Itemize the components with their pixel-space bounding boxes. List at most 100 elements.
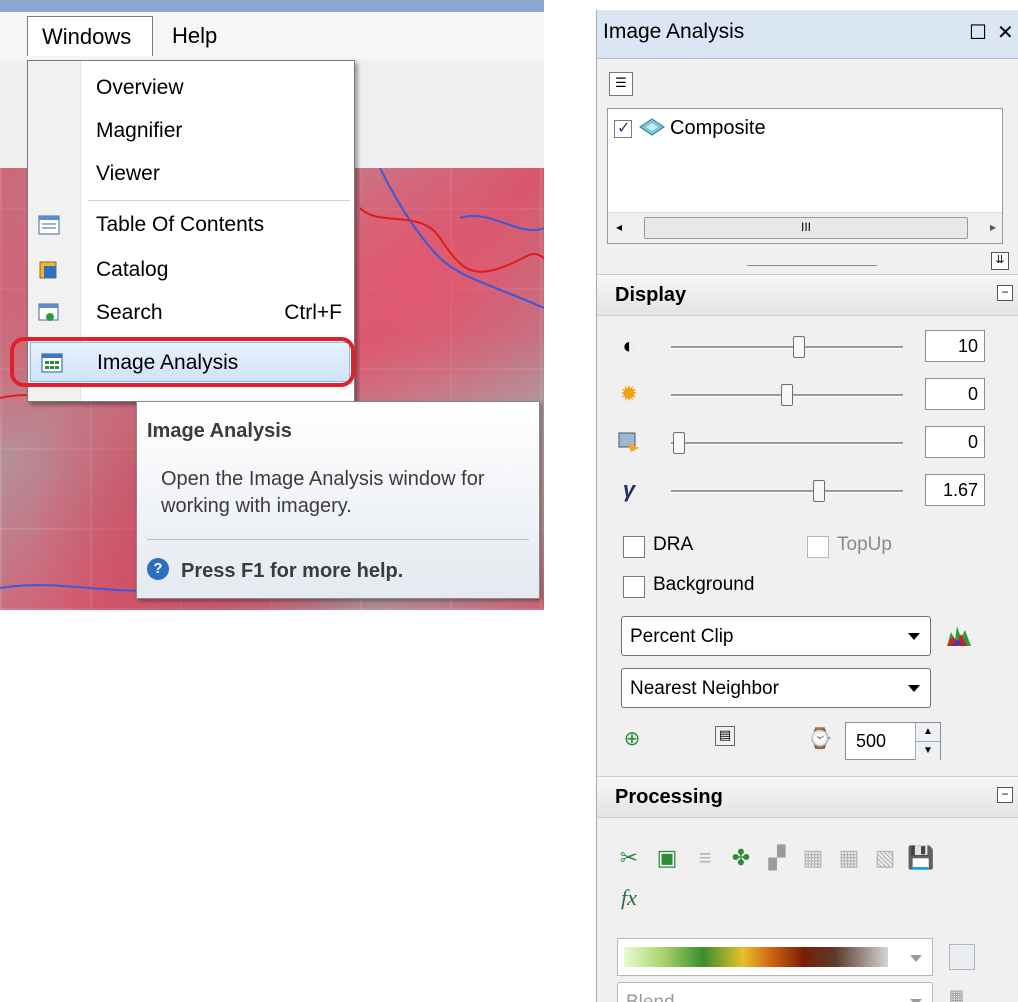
float-window-icon[interactable]: ☐ (969, 20, 987, 45)
collapse-icon[interactable]: − (997, 285, 1013, 301)
window-titlebar: Image Analysis ☐ ✕ (597, 10, 1018, 59)
slider-knob[interactable] (793, 336, 805, 358)
add-blend-icon[interactable]: ▦ (949, 986, 964, 1002)
collapse-icon[interactable]: − (997, 787, 1013, 803)
pane-splitter[interactable] (747, 265, 877, 266)
select-value: Blend (626, 992, 675, 1002)
close-icon[interactable]: ✕ (997, 20, 1014, 45)
clip-icon[interactable]: ✂ (615, 844, 643, 872)
collapse-all-icon[interactable]: ⇊ (991, 252, 1009, 270)
menu-item-catalog[interactable]: Catalog (28, 250, 354, 290)
table-of-contents-icon (38, 215, 60, 235)
window-title: Image Analysis (603, 20, 745, 43)
contrast-slider-row: ◐ 10 (597, 328, 1018, 368)
menu-item-label: Table Of Contents (96, 213, 265, 236)
apply-ramp-icon[interactable] (949, 944, 975, 970)
chevron-down-icon (910, 955, 922, 962)
transparency-slider-row: 0 (597, 424, 1018, 464)
layer-name: Composite (670, 117, 766, 139)
blend-select[interactable]: Blend (617, 982, 933, 1002)
layer-options-icon[interactable]: ☰ (609, 72, 633, 96)
slider-knob[interactable] (813, 480, 825, 502)
menu-item-label: Search (96, 301, 163, 324)
highlight-annotation (10, 337, 355, 387)
contrast-value[interactable]: 10 (925, 330, 985, 362)
contrast-slider[interactable] (671, 336, 903, 358)
raster-function-icon[interactable]: fx (615, 884, 643, 912)
color-ramp-select[interactable] (617, 938, 933, 976)
refresh-timer-icon[interactable]: ⌚ (807, 726, 833, 752)
menu-item-search[interactable]: Search Ctrl+F (28, 293, 354, 333)
dra-checkbox[interactable] (623, 536, 645, 558)
zoom-to-raster-icon[interactable]: ⊕ (619, 726, 645, 752)
transparency-slider[interactable] (671, 432, 903, 454)
menu-windows[interactable]: Windows (27, 16, 153, 56)
tooltip-separator (147, 539, 529, 540)
brightness-icon: ✹ (619, 381, 639, 406)
gamma-value[interactable]: 1.67 (925, 474, 985, 506)
select-value: Nearest Neighbor (630, 678, 779, 699)
brightness-slider-row: ✹ 0 (597, 376, 1018, 416)
transparency-icon (618, 432, 639, 452)
contrast-icon: ◐ (622, 333, 636, 358)
resampling-select[interactable]: Nearest Neighbor (621, 668, 931, 708)
list-item[interactable]: Composite (614, 117, 974, 143)
brightness-slider[interactable] (671, 384, 903, 406)
slider-knob[interactable] (781, 384, 793, 406)
background-checkbox[interactable] (623, 576, 645, 598)
spinner-down-icon[interactable]: ▼ (915, 741, 940, 760)
layer-checkbox[interactable] (614, 118, 632, 138)
refresh-interval-spinner[interactable]: 500 ▲ ▼ (845, 722, 941, 760)
gamma-icon: γ (622, 477, 636, 502)
gamma-slider[interactable] (671, 480, 903, 502)
topup-label: TopUp (837, 534, 892, 555)
pansharpen-icon[interactable]: ▦ (835, 844, 863, 872)
display-section-header[interactable]: Display − (597, 274, 1018, 316)
mosaic-icon[interactable]: ▞ (763, 844, 791, 872)
help-question-icon: ? (147, 558, 169, 580)
color-ramp-preview (624, 947, 888, 967)
processing-section-header[interactable]: Processing − (597, 776, 1018, 818)
section-title: Processing (615, 786, 723, 808)
layer-list: Composite ◂ III ▸ (607, 108, 1003, 244)
section-title: Display (615, 284, 687, 306)
topup-checkbox[interactable] (807, 536, 829, 558)
resolution-icon[interactable]: ▤ (715, 726, 735, 746)
dra-label: DRA (653, 534, 694, 555)
menu-item-magnifier[interactable]: Magnifier (28, 111, 354, 151)
gamma-slider-row: γ 1.67 (597, 472, 1018, 512)
histogram-icon[interactable] (945, 622, 973, 648)
image-analysis-window: Image Analysis ☐ ✕ ☰ Composite ◂ III ▸ ⇊… (596, 10, 1018, 1002)
tooltip-description: Open the Image Analysis window for worki… (161, 468, 485, 517)
menu-item-label: Overview (96, 76, 184, 99)
ndvi-icon[interactable]: ✤ (727, 844, 755, 872)
scroll-right-icon[interactable]: ▸ (990, 220, 996, 234)
arcmap-window: Windows Help ⇄ XY ◷ ⊕ Overview Magnifier… (0, 0, 544, 610)
scroll-left-icon[interactable]: ◂ (616, 220, 622, 234)
chevron-down-icon (908, 685, 920, 692)
menu-help[interactable]: Help (158, 16, 238, 56)
transparency-value[interactable]: 0 (925, 426, 985, 458)
stack-icon[interactable]: ≡ (691, 844, 719, 872)
spinner-up-icon[interactable]: ▲ (915, 723, 940, 741)
mask-icon[interactable]: ▣ (653, 844, 681, 872)
search-window-icon (38, 303, 59, 321)
save-icon[interactable]: 💾 (907, 844, 935, 872)
stretch-type-select[interactable]: Percent Clip (621, 616, 931, 656)
slider-knob[interactable] (673, 432, 685, 454)
menu-item-overview[interactable]: Overview (28, 68, 354, 108)
menu-item-shortcut: Ctrl+F (284, 301, 342, 324)
spinner-value: 500 (856, 731, 887, 751)
brightness-value[interactable]: 0 (925, 378, 985, 410)
catalog-icon (39, 261, 57, 279)
select-value: Percent Clip (630, 626, 734, 647)
menu-item-viewer[interactable]: Viewer (28, 154, 354, 194)
menu-item-label: Catalog (96, 258, 169, 281)
horizontal-scrollbar[interactable]: ◂ III ▸ (608, 212, 1002, 243)
scroll-thumb[interactable]: III (644, 217, 968, 239)
menu-item-label: Magnifier (96, 119, 183, 142)
shaded-relief-icon[interactable]: ▧ (871, 844, 899, 872)
orthorectify-icon[interactable]: ▦ (799, 844, 827, 872)
menu-item-table-of-contents[interactable]: Table Of Contents (28, 205, 354, 245)
background-label: Background (653, 574, 755, 595)
